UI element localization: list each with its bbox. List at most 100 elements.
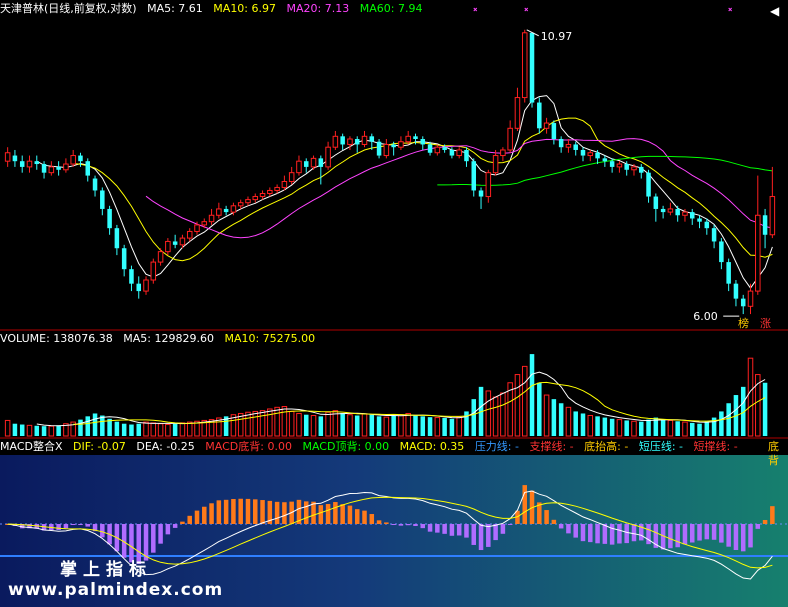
volume-bar — [107, 418, 112, 436]
candle-body — [405, 135, 411, 143]
macd-histogram-bar — [354, 509, 360, 524]
macd-top-divergence-readout: MACD顶背: 0.00 — [302, 440, 390, 453]
watermark-line2: www.palmindex.com — [8, 580, 224, 600]
pressure-line-readout: 压力线: - — [474, 440, 519, 453]
candle-body — [420, 139, 426, 145]
candle-body — [762, 215, 768, 235]
macd-histogram-bar — [405, 524, 411, 526]
macd-histogram-bar — [471, 524, 477, 545]
macd-histogram-bar — [573, 524, 578, 538]
macd-histogram-bar — [238, 498, 243, 524]
candle-body — [565, 143, 572, 148]
macd-histogram-bar — [253, 499, 258, 524]
volume-bar — [747, 357, 754, 437]
volume-bar — [369, 414, 375, 436]
volume-bar — [537, 382, 542, 436]
candle-body — [129, 269, 134, 284]
volume-bar — [274, 406, 280, 437]
volume-bar — [56, 425, 61, 436]
volume-bar — [48, 425, 55, 437]
volume-bar — [667, 419, 674, 437]
macd-histogram-bar — [617, 524, 622, 544]
candle-body — [172, 241, 178, 245]
candle-body — [616, 163, 623, 168]
macd-histogram-bar — [100, 524, 105, 538]
candle-body — [114, 228, 120, 249]
macd-histogram-bar — [711, 524, 717, 540]
volume-bar — [558, 403, 564, 436]
macd-histogram-bar — [755, 524, 761, 529]
macd-histogram-bar — [580, 524, 586, 542]
macd-histogram-bar — [216, 500, 222, 524]
volume-bar — [631, 420, 637, 437]
macd-histogram-bar — [631, 524, 637, 542]
candle-body — [733, 283, 739, 299]
candle-body — [740, 298, 746, 307]
dea-readout: DEA: -0.25 — [136, 440, 195, 453]
macd-histogram-bar — [682, 524, 688, 545]
short-support-readout: 短撑线: - — [693, 440, 738, 453]
macd-histogram-bar — [427, 524, 433, 532]
macd-histogram-bar — [63, 524, 69, 529]
macd-histogram-bar — [456, 524, 462, 536]
volume-bar — [325, 411, 331, 437]
macd-histogram-bar — [180, 521, 185, 524]
macd-histogram-bar — [318, 505, 324, 524]
volume-panel-header: VOLUME: 138076.38 MA5: 129829.60 MA10: 7… — [0, 332, 322, 346]
macd-histogram-bar — [689, 524, 695, 543]
volume-bar — [4, 419, 11, 437]
volume-bar — [157, 423, 164, 437]
candle-body — [675, 208, 680, 216]
macd-histogram-bar — [588, 524, 593, 543]
candle-body — [70, 155, 76, 165]
candle-body — [624, 164, 629, 170]
volume-bar — [413, 415, 418, 436]
low-price-label: 6.00 — [693, 310, 718, 323]
ma5-readout: MA5: 7.61 — [147, 2, 203, 15]
macd-histogram-bar — [158, 524, 163, 544]
volume-bar — [689, 422, 695, 436]
macd-histogram-bar — [151, 524, 156, 553]
macd-histogram-bar — [733, 524, 739, 551]
volume-bar — [675, 421, 680, 436]
volume-bar — [660, 419, 666, 436]
macd-histogram-bar — [740, 524, 746, 552]
candle — [529, 32, 535, 108]
macd-histogram-bar — [413, 524, 418, 526]
macd-histogram-bar — [558, 524, 564, 529]
macd-histogram-bar — [347, 505, 353, 524]
candle-body — [660, 208, 666, 213]
candle-body — [595, 152, 600, 159]
volume-bar — [143, 421, 149, 437]
candle-body — [230, 205, 237, 213]
macd-histogram-bar — [668, 524, 673, 549]
macd-histogram-bar — [507, 524, 513, 525]
candle-body — [769, 196, 776, 236]
macd-histogram-bar — [566, 524, 571, 534]
volume-bar — [85, 416, 91, 436]
candle-body — [34, 161, 40, 165]
watermark: 掌上指标 www.palmindex.com — [8, 560, 223, 600]
candle-body — [208, 214, 215, 223]
candle-body — [303, 161, 309, 167]
macd-histogram-bar — [522, 485, 527, 524]
volume-bar — [34, 425, 40, 436]
ma60-readout: MA60: 7.94 — [359, 2, 423, 15]
volume-bar — [697, 423, 702, 436]
volume-bar — [602, 417, 608, 436]
badge-zhang: 涨 — [760, 317, 771, 330]
candle-body — [391, 144, 396, 148]
candle-body — [26, 160, 33, 168]
volume-bar — [41, 426, 47, 436]
scroll-right-icon[interactable]: ◀ — [770, 4, 779, 18]
volume-bar — [12, 423, 18, 436]
volume-bar — [296, 412, 302, 437]
macd-histogram-bar — [362, 510, 367, 524]
candle-body — [507, 127, 513, 151]
macd-histogram-bar — [478, 524, 484, 551]
stock-title: 天津普林(日线,前复权,对数) — [0, 2, 137, 15]
macd-histogram-bar — [129, 524, 134, 563]
candle-body — [274, 186, 280, 191]
candle-body — [383, 143, 390, 157]
volume-bar — [762, 382, 768, 436]
